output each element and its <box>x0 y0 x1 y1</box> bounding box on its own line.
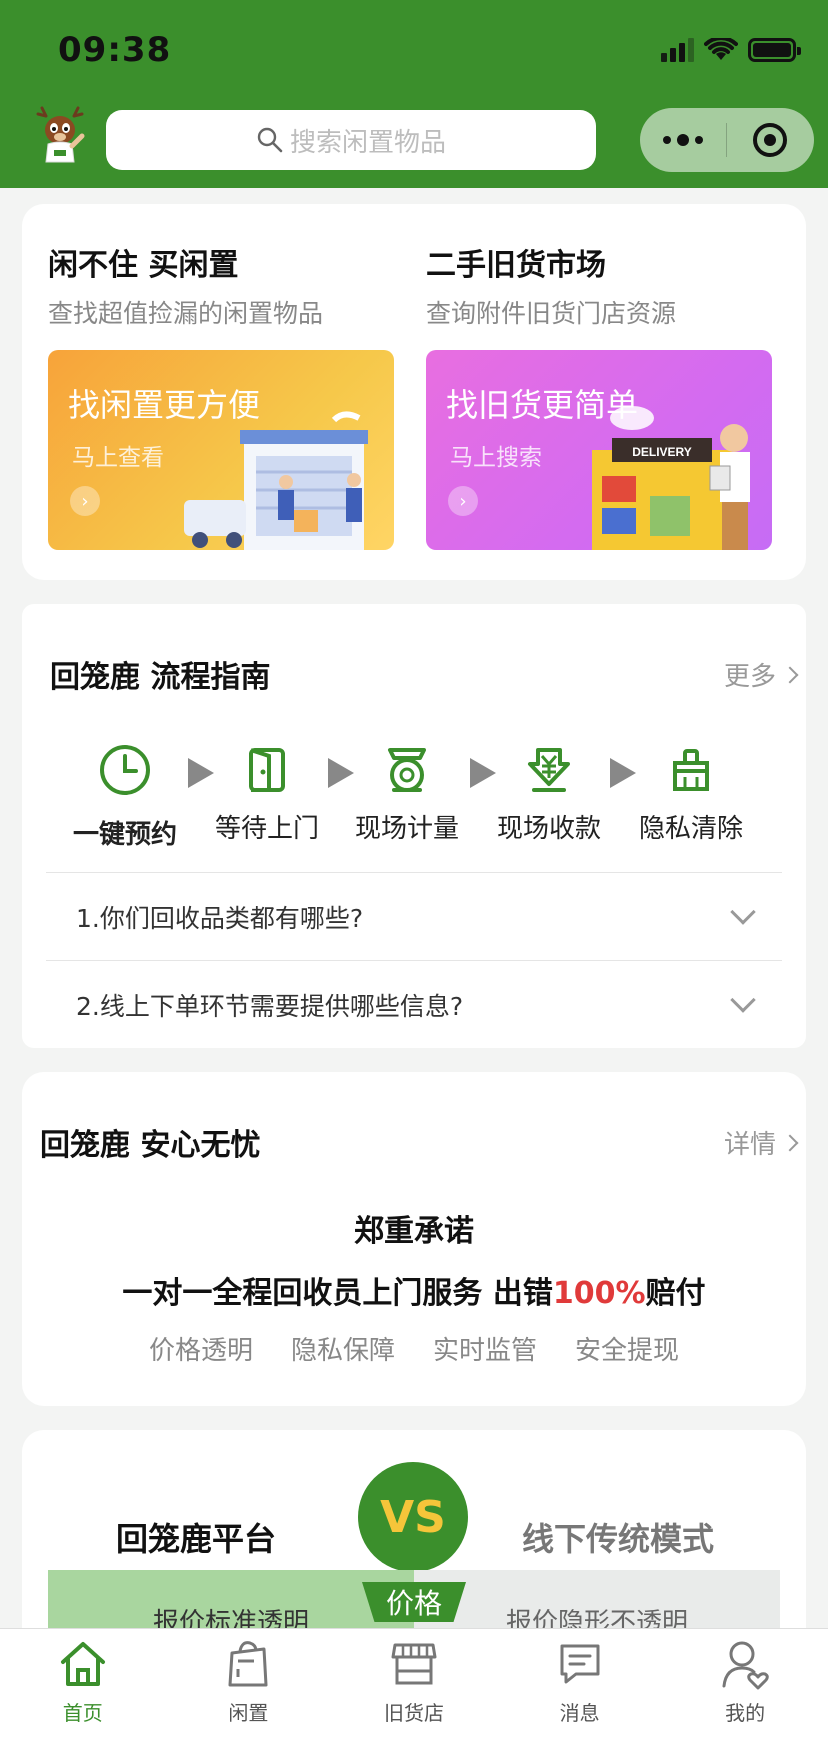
status-icons <box>661 36 801 64</box>
feature-label: 安全提现 <box>575 1336 680 1366</box>
secondhand-market-section: 二手旧货市场 查询附件旧货门店资源 <box>426 240 676 330</box>
idle-goods-section: 闲不住 买闲置 查找超值捡漏的闲置物品 <box>48 240 323 330</box>
faq-question: 1.你们回收品类都有哪些? <box>76 903 364 933</box>
miniprogram-capsule <box>640 108 814 172</box>
idle-goods-title: 闲不住 买闲置 <box>48 248 239 283</box>
process-guide-title: 回笼鹿 流程指南 <box>50 660 271 695</box>
store-icon <box>389 1635 439 1693</box>
clock-icon <box>60 742 190 798</box>
more-label: 更多 <box>723 662 776 692</box>
tab-label: 旧货店 <box>383 1701 444 1725</box>
status-time: 09:38 <box>58 30 172 70</box>
vs-badge: VS <box>358 1462 468 1572</box>
intro-card: 闲不住 买闲置 查找超值捡漏的闲置物品 二手旧货市场 查询附件旧货门店资源 找闲… <box>22 204 806 580</box>
feature-label: 实时监管 <box>433 1336 538 1366</box>
traditional-label: 线下传统模式 <box>522 1520 715 1558</box>
tab-label: 首页 <box>62 1701 103 1725</box>
secondhand-banner-title: 找旧货更简单 <box>446 386 639 424</box>
more-menu-button[interactable] <box>640 108 726 172</box>
comparison-tag: 价格 <box>362 1582 466 1622</box>
promise-text-a: 一对一全程回收员上门服务 出错 <box>122 1276 553 1311</box>
process-guide-card: 回笼鹿 流程指南 更多 一键预约 等待上门 现场计量 现场收款 隐私清除 1.你… <box>22 604 806 1048</box>
idle-goods-subtitle: 查找超值捡漏的闲置物品 <box>48 299 324 328</box>
step-label: 一键预约 <box>72 820 177 850</box>
wifi-icon <box>704 38 738 60</box>
yuan-payment-icon <box>484 742 614 798</box>
assurance-title: 回笼鹿 安心无忧 <box>40 1128 261 1163</box>
feature-label: 价格透明 <box>148 1336 253 1366</box>
chevron-down-icon <box>730 986 756 1013</box>
secondhand-banner-sub: 马上搜索 <box>450 445 542 471</box>
bottom-tab-bar: 首页 闲置 旧货店 消息 我的 <box>0 1628 828 1758</box>
close-miniprogram-button[interactable] <box>727 123 813 157</box>
promise-headline: 郑重承诺 <box>354 1214 474 1249</box>
tab-profile[interactable]: 我的 <box>662 1629 828 1758</box>
scale-icon <box>342 742 472 798</box>
tab-messages[interactable]: 消息 <box>497 1629 663 1758</box>
promise-highlight: 100% <box>552 1276 646 1311</box>
faq-question: 2.线上下单环节需要提供哪些信息? <box>76 991 464 1021</box>
search-input[interactable]: 搜索闲置物品 <box>106 110 596 170</box>
more-link[interactable]: 更多 <box>723 656 799 693</box>
delivery-sign-text: DELIVERY <box>632 445 692 459</box>
chevron-right-icon[interactable]: › <box>70 486 100 516</box>
search-placeholder: 搜索闲置物品 <box>289 127 446 158</box>
feature-label: 隐私保障 <box>290 1336 395 1366</box>
secondhand-market-title: 二手旧货市场 <box>426 248 606 283</box>
top-bar: 09:38 搜索闲置物品 <box>0 0 828 188</box>
battery-icon <box>748 38 801 62</box>
assurance-card: 回笼鹿 安心无忧 详情 郑重承诺 一对一全程回收员上门服务 出错100%赔付 价… <box>22 1072 806 1406</box>
chevron-down-icon <box>730 898 756 925</box>
tab-label: 闲置 <box>228 1701 269 1725</box>
assurance-features: 价格透明 隐私保障 实时监管 安全提现 <box>22 1330 806 1367</box>
bag-icon <box>224 1635 272 1693</box>
secondhand-banner[interactable]: DELIVERY 找旧货更简单 马上搜索 › <box>426 350 772 550</box>
home-icon <box>57 1635 109 1693</box>
door-icon <box>202 742 332 798</box>
step-wait[interactable]: 等待上门 <box>202 742 332 845</box>
promise-text-b: 赔付 <box>645 1276 706 1311</box>
chevron-right-icon[interactable]: › <box>448 486 478 516</box>
tab-label: 我的 <box>725 1701 766 1725</box>
chevron-right-icon <box>781 1134 799 1151</box>
chevron-right-icon <box>781 666 799 683</box>
idle-goods-banner[interactable]: 找闲置更方便 马上查看 › <box>48 350 394 550</box>
idle-goods-banner-title: 找闲置更方便 <box>68 386 261 424</box>
tab-label: 消息 <box>559 1701 600 1725</box>
promise-line: 一对一全程回收员上门服务 出错100%赔付 <box>22 1268 806 1312</box>
deer-mascot-icon[interactable] <box>32 106 88 168</box>
faq-item[interactable]: 1.你们回收品类都有哪些? <box>46 872 782 960</box>
step-label: 等待上门 <box>214 814 319 844</box>
process-steps: 一键预约 等待上门 现场计量 现场收款 隐私清除 <box>22 742 806 852</box>
details-label: 详情 <box>723 1130 776 1160</box>
tab-home[interactable]: 首页 <box>0 1629 166 1758</box>
idle-goods-banner-sub: 马上查看 <box>72 445 164 471</box>
platform-label: 回笼鹿平台 <box>116 1520 277 1558</box>
secondhand-market-subtitle: 查询附件旧货门店资源 <box>426 299 677 328</box>
step-label: 现场计量 <box>354 814 459 844</box>
step-measure[interactable]: 现场计量 <box>342 742 472 845</box>
step-label: 隐私清除 <box>638 814 743 844</box>
signal-icon <box>661 38 694 62</box>
tab-store[interactable]: 旧货店 <box>331 1629 497 1758</box>
details-link[interactable]: 详情 <box>723 1124 799 1161</box>
step-wipe[interactable]: 隐私清除 <box>626 742 756 845</box>
step-label: 现场收款 <box>496 814 601 844</box>
profile-icon <box>720 1635 770 1693</box>
search-icon <box>257 127 283 153</box>
message-icon <box>556 1635 604 1693</box>
broom-icon <box>626 742 756 798</box>
tab-idle[interactable]: 闲置 <box>166 1629 332 1758</box>
faq-item[interactable]: 2.线上下单环节需要提供哪些信息? <box>46 960 782 1048</box>
target-icon <box>753 123 787 157</box>
step-book[interactable]: 一键预约 <box>60 742 190 851</box>
step-collect[interactable]: 现场收款 <box>484 742 614 845</box>
